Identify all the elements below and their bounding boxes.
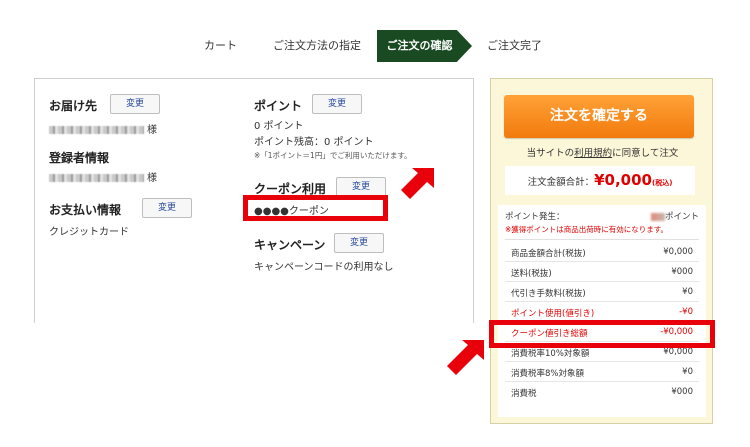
line-label: 消費税 bbox=[511, 389, 537, 399]
line-label: 消費税率8%対象額 bbox=[511, 369, 584, 379]
line-value: -¥0 bbox=[679, 307, 693, 317]
delivery-name-suffix: 様 bbox=[147, 125, 157, 136]
payment-method: クレジットカード bbox=[49, 227, 129, 238]
payment-title: お支払い情報 bbox=[49, 203, 122, 217]
line-tax8-base: 消費税率8%対象額 ¥0 bbox=[505, 362, 699, 382]
coupon-change-button[interactable]: 変更 bbox=[336, 177, 386, 197]
divider bbox=[505, 239, 699, 240]
coupon-highlight-box bbox=[243, 195, 388, 221]
points-note: ※「1ポイント＝1円」でご利用いただけます。 bbox=[254, 151, 412, 160]
line-shipping: 送料(税抜) ¥000 bbox=[505, 262, 699, 282]
coupon-discount-highlight-box bbox=[489, 320, 715, 348]
points-earned-value: ポイント bbox=[650, 210, 699, 222]
line-value: ¥0,000 bbox=[663, 347, 693, 357]
delivery-title: お届け先 bbox=[49, 99, 98, 113]
terms-link[interactable]: 利用規約 bbox=[574, 148, 612, 159]
line-value: ¥0 bbox=[682, 367, 693, 377]
order-total-label: 注文金額合計： bbox=[527, 177, 595, 188]
blurred-points bbox=[650, 212, 665, 221]
step-order-complete: ご注文完了 bbox=[487, 39, 542, 52]
line-label: 送料(税抜) bbox=[511, 269, 552, 279]
line-value: ¥000 bbox=[671, 267, 693, 277]
line-consumption-tax: 消費税 ¥000 bbox=[505, 382, 699, 402]
delivery-change-button[interactable]: 変更 bbox=[110, 94, 160, 114]
step-cart: カート bbox=[204, 39, 237, 52]
campaign-change-button[interactable]: 変更 bbox=[334, 233, 384, 253]
line-subtotal: 商品金額合計(税抜) ¥0,000 bbox=[505, 242, 699, 262]
tax-included-label: (税込) bbox=[652, 179, 673, 187]
order-total-amount: ¥0,000 bbox=[594, 171, 652, 189]
points-earned-row: ポイント発生： ポイント bbox=[505, 210, 699, 222]
payment-change-button[interactable]: 変更 bbox=[142, 198, 192, 218]
points-unit: ポイント bbox=[664, 212, 699, 222]
line-value: ¥000 bbox=[671, 387, 693, 397]
confirm-order-button[interactable]: 注文を確定する bbox=[504, 95, 694, 138]
terms-prefix: 当サイトの bbox=[526, 148, 575, 159]
blurred-name bbox=[49, 174, 144, 182]
line-label: ポイント使用(値引き) bbox=[511, 309, 595, 319]
points-change-button[interactable]: 変更 bbox=[312, 94, 362, 114]
checkout-steps: カート ご注文方法の指定 ご注文の確認 ご注文完了 bbox=[0, 30, 750, 62]
registrant-name: 様 bbox=[49, 169, 157, 184]
line-label: 代引き手数料(税抜) bbox=[511, 289, 586, 299]
line-label: 消費税率10%対象額 bbox=[511, 349, 590, 359]
step-order-confirm-active: ご注文の確認 bbox=[377, 30, 472, 62]
points-earned-note: ※獲得ポイントは商品出荷時に有効になります。 bbox=[505, 225, 669, 234]
order-summary-panel: 注文を確定する 当サイトの利用規約に同意して注文 注文金額合計：¥0,000(税… bbox=[490, 78, 713, 424]
delivery-name: 様 bbox=[49, 121, 157, 136]
points-use: 0 ポイント bbox=[254, 121, 304, 132]
line-label: 商品金額合計(税抜) bbox=[511, 249, 586, 259]
terms-agreement: 当サイトの利用規約に同意して注文 bbox=[491, 145, 714, 159]
registrant-title: 登録者情報 bbox=[49, 151, 110, 165]
terms-suffix: に同意して注文 bbox=[612, 148, 679, 159]
red-arrow-icon bbox=[447, 340, 484, 375]
blurred-name bbox=[49, 126, 144, 134]
line-value: ¥0,000 bbox=[663, 247, 693, 257]
order-breakdown: ポイント発生： ポイント ※獲得ポイントは商品出荷時に有効になります。 商品金額… bbox=[498, 205, 706, 417]
line-value: ¥0 bbox=[682, 287, 693, 297]
red-arrow-icon bbox=[401, 168, 434, 199]
registrant-name-suffix: 様 bbox=[147, 173, 157, 184]
campaign-value: キャンペーンコードの利用なし bbox=[254, 262, 394, 273]
line-cod-fee: 代引き手数料(税抜) ¥0 bbox=[505, 282, 699, 302]
step-order-method: ご注文方法の指定 bbox=[273, 39, 361, 52]
points-balance: ポイント残高：0 ポイント bbox=[254, 137, 374, 148]
order-total: 注文金額合計：¥0,000(税込) bbox=[505, 166, 695, 195]
points-earned-label: ポイント発生： bbox=[505, 212, 565, 222]
points-title: ポイント bbox=[254, 99, 303, 113]
line-point-discount: ポイント使用(値引き) -¥0 bbox=[505, 302, 699, 322]
campaign-title: キャンペーン bbox=[254, 238, 326, 252]
